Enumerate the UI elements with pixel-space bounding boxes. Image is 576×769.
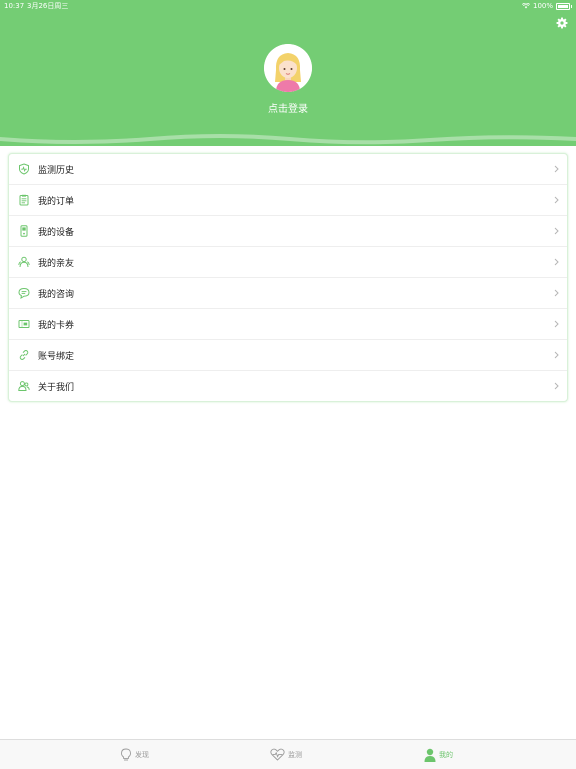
link-icon	[19, 350, 29, 360]
tab-label: 发现	[135, 750, 149, 759]
status-time: 10:37	[4, 2, 25, 10]
menu-label: 我的订单	[38, 196, 75, 207]
menu-item-devices[interactable]: 我的设备	[9, 216, 567, 247]
status-right: 100%	[521, 0, 572, 12]
menu-label: 账号绑定	[38, 351, 75, 362]
heartbeat-icon	[270, 748, 285, 761]
menu-label: 监测历史	[38, 165, 75, 176]
profile-header: 10:37 3月26日周三 100% 点击登录	[0, 0, 576, 146]
chevron-right-icon	[554, 320, 559, 328]
menu-item-coupons[interactable]: 我的卡券	[9, 309, 567, 340]
menu-item-monitor-history[interactable]: 监测历史	[9, 154, 567, 185]
wifi-icon	[521, 3, 530, 9]
chevron-right-icon	[554, 227, 559, 235]
menu-label: 我的亲友	[38, 258, 75, 269]
menu-item-orders[interactable]: 我的订单	[9, 185, 567, 216]
tab-label: 监测	[288, 750, 302, 759]
battery-percent: 100%	[532, 2, 553, 10]
menu-item-about-us[interactable]: 关于我们	[9, 371, 567, 401]
ticket-icon	[18, 320, 30, 328]
menu-label: 我的设备	[38, 227, 75, 238]
device-icon	[20, 225, 28, 237]
chevron-right-icon	[554, 351, 559, 359]
chevron-right-icon	[554, 289, 559, 297]
menu-item-friends[interactable]: 我的亲友	[9, 247, 567, 278]
tab-mine[interactable]: 我的	[424, 740, 453, 769]
friends-icon	[18, 256, 30, 268]
chevron-right-icon	[554, 165, 559, 173]
tab-bar: 发现 监测 我的	[0, 739, 576, 769]
login-link[interactable]: 点击登录	[238, 100, 338, 115]
menu-label: 关于我们	[38, 382, 75, 393]
battery-icon	[556, 2, 572, 10]
avatar[interactable]	[264, 44, 312, 92]
gear-icon[interactable]	[556, 17, 568, 29]
menu-item-consultation[interactable]: 我的咨询	[9, 278, 567, 309]
chevron-right-icon	[554, 382, 559, 390]
people-icon	[18, 381, 30, 391]
tab-label: 我的	[439, 750, 453, 759]
status-bar: 10:37 3月26日周三 100%	[0, 0, 576, 12]
profile-menu: 监测历史 我的订单 我的设备 我的亲友 我的咨询 我的卡券 账号绑定 关于我们	[8, 153, 568, 402]
status-date: 3月26日周三	[27, 2, 69, 10]
user-icon	[424, 748, 436, 762]
chevron-right-icon	[554, 258, 559, 266]
clipboard-icon	[19, 194, 29, 206]
shield-icon	[19, 163, 29, 175]
tab-monitor[interactable]: 监测	[270, 740, 302, 769]
tab-discover[interactable]: 发现	[120, 740, 149, 769]
menu-label: 我的咨询	[38, 289, 75, 300]
chevron-right-icon	[554, 196, 559, 204]
menu-label: 我的卡券	[38, 320, 75, 331]
header-wave	[0, 128, 576, 145]
menu-item-account-binding[interactable]: 账号绑定	[9, 340, 567, 371]
chat-icon	[18, 287, 30, 299]
avatar-girl-icon	[264, 44, 312, 92]
lightbulb-icon	[121, 748, 131, 760]
